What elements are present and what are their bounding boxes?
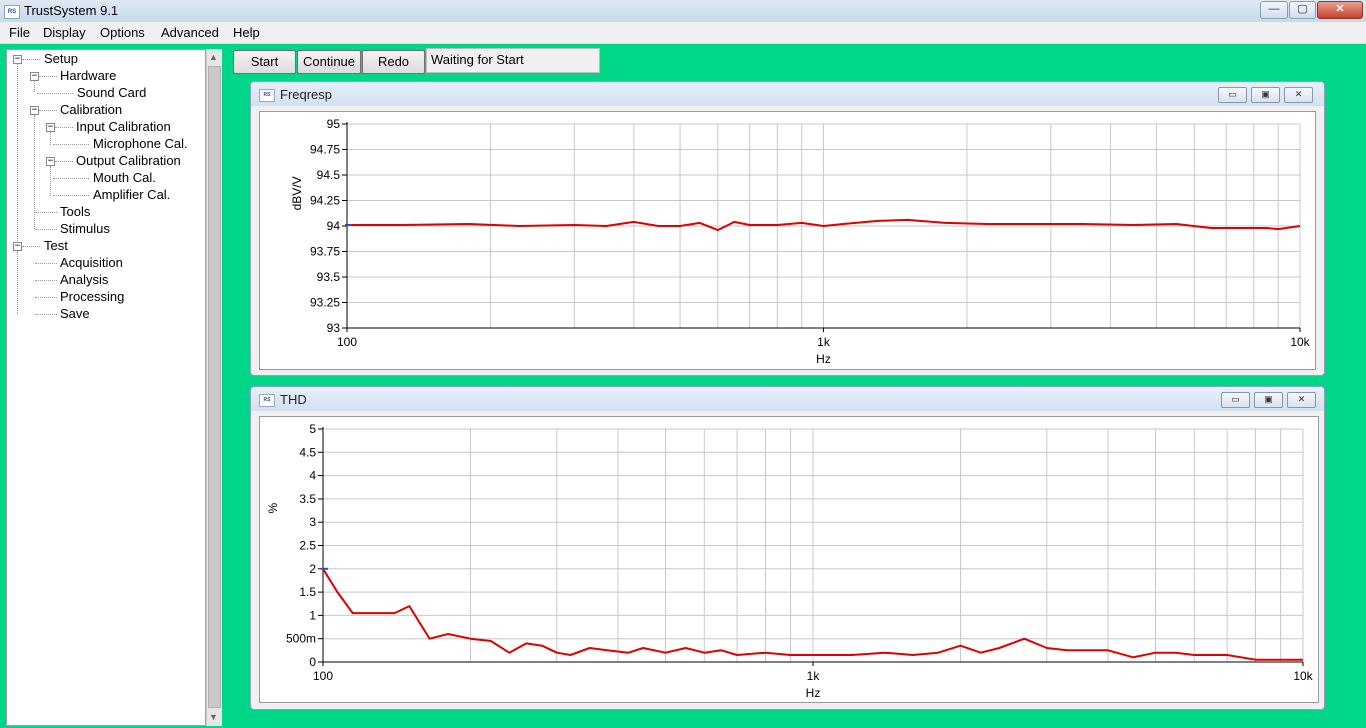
thd-y-tick-label: 3.5 <box>299 492 316 506</box>
thd-y-axis-label: % <box>266 503 280 514</box>
thd-y-tick-label: 2.5 <box>299 539 316 553</box>
thd-window-header: RS THD ▭ ▣ ✕ <box>251 387 1324 411</box>
thd-y-tick-label: 1 <box>309 608 316 622</box>
thd-y-tick-label: 5 <box>309 422 316 436</box>
menu-file[interactable]: File <box>9 25 30 40</box>
tree-item-calibration[interactable]: Calibration <box>60 101 122 118</box>
freqresp-y-tick-label: 94.25 <box>310 194 340 208</box>
calibration-collapse-icon[interactable]: − <box>30 106 39 115</box>
setup-collapse-icon[interactable]: − <box>13 55 22 64</box>
freqresp-window-header: RS Freqresp ▭ ▣ ✕ <box>251 82 1324 106</box>
input-calibration-collapse-icon[interactable]: − <box>46 123 55 132</box>
output-calibration-collapse-icon[interactable]: − <box>46 157 55 166</box>
tree-item-analysis[interactable]: Analysis <box>60 271 108 288</box>
hardware-collapse-icon[interactable]: − <box>30 72 39 81</box>
tree-item-processing[interactable]: Processing <box>60 288 124 305</box>
tree-item-mouth-cal[interactable]: Mouth Cal. <box>93 169 156 186</box>
freqresp-x-tick-label: 1k <box>817 335 831 349</box>
freqresp-y-tick-label: 94.5 <box>317 168 341 182</box>
freqresp-x-axis-label: Hz <box>816 352 831 366</box>
continue-button[interactable]: Continue <box>297 50 361 74</box>
menu-bar: File Display Options Advanced Help <box>0 22 1366 44</box>
menu-advanced[interactable]: Advanced <box>161 25 219 40</box>
thd-y-tick-label: 1.5 <box>299 585 316 599</box>
thd-restore-button[interactable]: ▣ <box>1254 392 1283 408</box>
freqresp-y-tick-label: 93.75 <box>310 245 340 259</box>
tree-item-input-calibration[interactable]: Input Calibration <box>76 118 171 135</box>
freqresp-restore-button[interactable]: ▣ <box>1251 87 1280 103</box>
freqresp-y-tick-label: 95 <box>327 117 341 131</box>
minimize-button[interactable]: — <box>1260 1 1288 19</box>
tree-item-output-calibration[interactable]: Output Calibration <box>76 152 181 169</box>
freqresp-y-tick-label: 94 <box>327 219 341 233</box>
freqresp-y-tick-label: 93.25 <box>310 296 340 310</box>
scroll-thumb[interactable] <box>208 66 221 708</box>
freqresp-y-tick-label: 93 <box>327 321 341 335</box>
tree-item-acquisition[interactable]: Acquisition <box>60 254 123 271</box>
tree-item-stimulus[interactable]: Stimulus <box>60 220 110 237</box>
tree-item-tools[interactable]: Tools <box>60 203 90 220</box>
freqresp-x-tick-label: 100 <box>337 335 357 349</box>
thd-close-button[interactable]: ✕ <box>1287 392 1316 408</box>
tree-item-hardware[interactable]: Hardware <box>60 67 116 84</box>
menu-options[interactable]: Options <box>100 25 145 40</box>
freqresp-y-tick-label: 93.5 <box>317 270 341 284</box>
tree-item-amplifier-cal[interactable]: Amplifier Cal. <box>93 186 170 203</box>
thd-minimize-button[interactable]: ▭ <box>1221 392 1250 408</box>
scroll-down-icon[interactable]: ▼ <box>209 712 218 722</box>
redo-button[interactable]: Redo <box>362 50 425 74</box>
thd-x-tick-label: 100 <box>313 669 333 683</box>
freqresp-window: RS Freqresp ▭ ▣ ✕ 95 94.75 94.5 94.25 94 93.7… <box>250 81 1325 376</box>
freqresp-y-axis-label: dBV/V <box>290 176 304 210</box>
title-bar: RS TrustSystem 9.1 — ▢ ✕ <box>0 0 1366 22</box>
menu-help[interactable]: Help <box>233 25 260 40</box>
freqresp-minimize-button[interactable]: ▭ <box>1218 87 1247 103</box>
thd-y-tick-label: 2 <box>309 562 316 576</box>
start-button[interactable]: Start <box>233 50 296 74</box>
thd-window-title: THD <box>280 392 307 407</box>
thd-x-tick-label: 10k <box>1293 669 1313 683</box>
thd-plot-area: 5 4.5 4 3.5 3 2.5 2 1.5 1 500m 0 100 1k 10k Hz% <box>259 416 1319 703</box>
tree-item-save[interactable]: Save <box>60 305 90 322</box>
freqresp-x-tick-label: 10k <box>1290 335 1310 349</box>
freqresp-y-tick-label: 94.75 <box>310 143 340 157</box>
window-title: TrustSystem 9.1 <box>24 3 119 18</box>
menu-display[interactable]: Display <box>43 25 86 40</box>
thd-y-tick-label: 500m <box>286 632 316 646</box>
freqresp-chart: 95 94.75 94.5 94.25 94 93.75 93.5 93.25 93100 1k 1… <box>290 117 1311 366</box>
freqresp-plot-area: 95 94.75 94.5 94.25 94 93.75 93.5 93.25 93 100 1k 1… <box>259 111 1316 370</box>
scroll-up-icon[interactable]: ▲ <box>209 52 218 62</box>
thd-window: RS THD ▭ ▣ ✕ 5 4.5 4 3.5 3 2.5 2 1.5 1 500m 0 100 1k… <box>250 386 1325 710</box>
app-icon: RS <box>4 5 20 19</box>
thd-y-tick-label: 3 <box>309 515 316 529</box>
freqresp-close-button[interactable]: ✕ <box>1284 87 1313 103</box>
thd-chart: 5 4.5 4 3.5 3 2.5 2 1.5 1 500m 0100 1k 10k Hz% <box>266 422 1314 700</box>
thd-x-tick-label: 1k <box>807 669 821 683</box>
tree-item-setup[interactable]: Setup <box>44 50 78 67</box>
thd-x-axis-label: Hz <box>806 686 821 700</box>
maximize-button[interactable]: ▢ <box>1289 1 1316 19</box>
close-button[interactable]: ✕ <box>1317 1 1363 19</box>
thd-y-tick-label: 4 <box>309 469 316 483</box>
freqresp-window-title: Freqresp <box>280 87 333 102</box>
chart-window-icon: RS <box>259 89 275 102</box>
status-field: Waiting for Start <box>426 48 600 73</box>
thd-y-tick-label: 4.5 <box>299 445 316 459</box>
tree-item-microphone-cal[interactable]: Microphone Cal. <box>93 135 188 152</box>
test-collapse-icon[interactable]: − <box>13 242 22 251</box>
navigation-tree: − − − − − − Setup Hardware Sound Card Ca… <box>6 49 206 726</box>
tree-item-sound-card[interactable]: Sound Card <box>77 84 146 101</box>
thd-y-tick-label: 0 <box>309 655 316 669</box>
tree-item-test[interactable]: Test <box>44 237 68 254</box>
sidebar-scrollbar[interactable]: ▲ ▼ <box>206 49 222 726</box>
chart-window-icon: RS <box>259 394 275 407</box>
